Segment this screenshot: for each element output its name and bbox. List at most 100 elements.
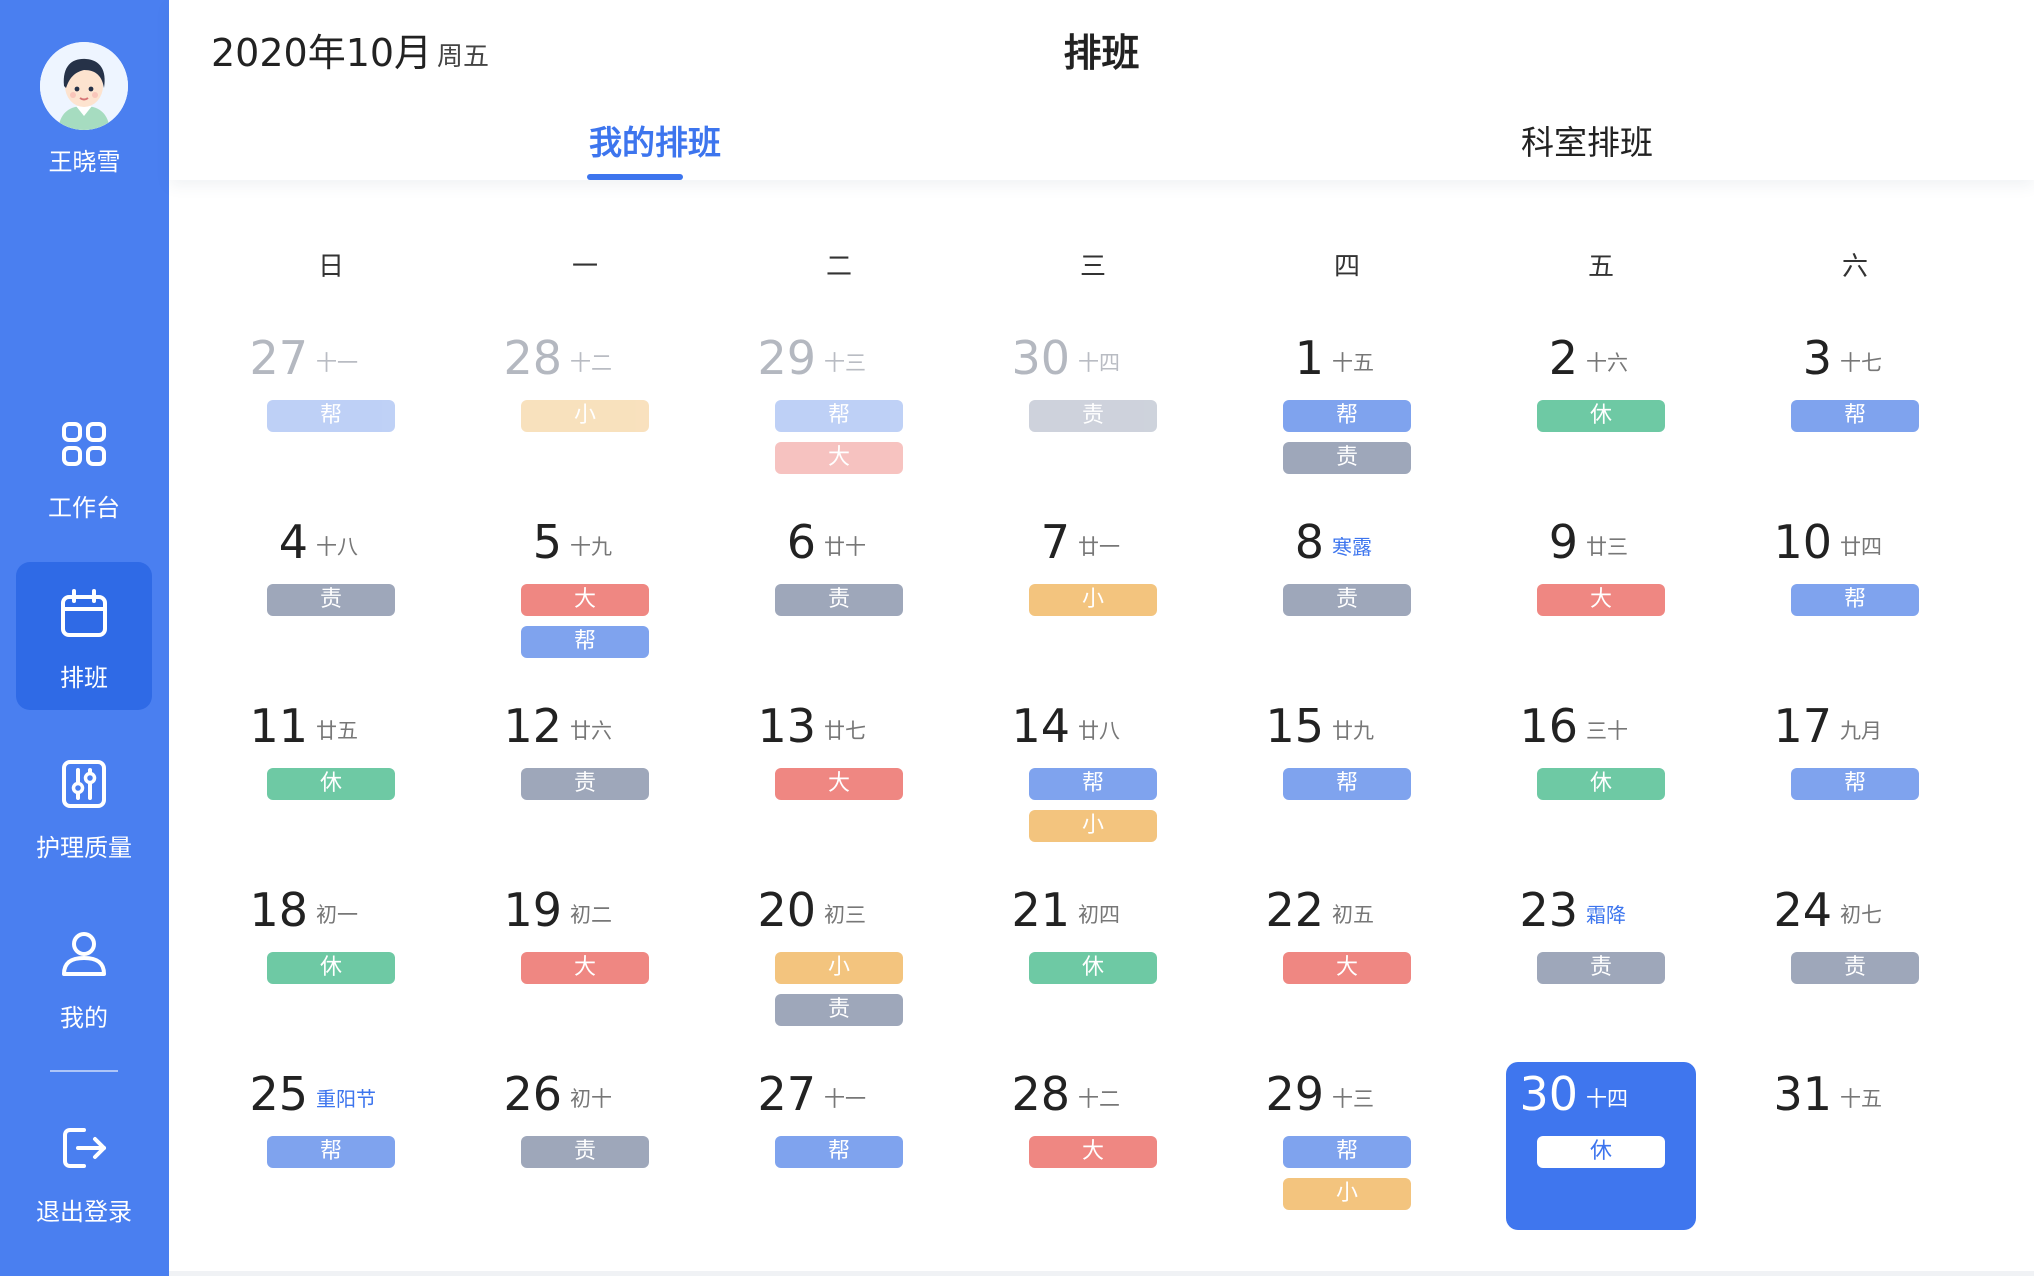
logout-icon [54, 1118, 114, 1178]
shift-tag: 帮 [775, 1136, 903, 1168]
day-cell[interactable]: 22 初五大 [1252, 878, 1442, 1046]
nav-item-mine[interactable]: 我的 [16, 902, 152, 1050]
day-number: 27 [757, 1067, 816, 1121]
shift-tags: 休 [1537, 768, 1665, 810]
lunar-date: 十三 [1332, 1087, 1374, 1111]
day-cell[interactable]: 29 十三帮大 [744, 326, 934, 494]
day-cell[interactable]: 24 初七责 [1760, 878, 1950, 1046]
day-cell[interactable]: 28 十二大 [998, 1062, 1188, 1230]
weekday-label: 三 [1079, 252, 1106, 282]
nav-item-schedule[interactable]: 排班 [16, 562, 152, 710]
shift-tag: 休 [267, 768, 395, 800]
day-cell[interactable]: 26 初十责 [490, 1062, 680, 1230]
shift-tag: 责 [1791, 952, 1919, 984]
day-cell[interactable]: 19 初二大 [490, 878, 680, 1046]
day-number: 5 [532, 515, 562, 569]
day-cell[interactable]: 5 十九大帮 [490, 510, 680, 678]
avatar[interactable] [40, 42, 128, 130]
shift-tag: 大 [775, 442, 903, 474]
shift-tags: 帮责 [1283, 400, 1411, 484]
shift-tag: 小 [521, 400, 649, 432]
day-cell[interactable]: 11 廿五休 [236, 694, 426, 862]
shift-tags: 休 [267, 768, 395, 810]
day-cell[interactable]: 27 十一帮 [744, 1062, 934, 1230]
lunar-date: 廿九 [1332, 719, 1374, 743]
day-number: 29 [757, 331, 816, 385]
shift-tags: 帮 [1283, 768, 1411, 810]
day-cell[interactable]: 28 十二小 [490, 326, 680, 494]
calendar-icon [54, 584, 114, 644]
weekday-label: 四 [1333, 252, 1360, 282]
tab-my-schedule[interactable]: 我的排班 [505, 116, 805, 164]
shift-tags: 责 [521, 768, 649, 810]
nav-divider [50, 1070, 118, 1072]
shift-tag: 责 [1537, 952, 1665, 984]
logout-label: 退出登录 [36, 1198, 132, 1226]
shift-tag: 帮 [521, 626, 649, 658]
day-cell[interactable]: 2 十六休 [1506, 326, 1696, 494]
day-cell[interactable]: 18 初一休 [236, 878, 426, 1046]
day-cell[interactable]: 13 廿七大 [744, 694, 934, 862]
day-cell[interactable]: 14 廿八帮小 [998, 694, 1188, 862]
nav-label-workbench: 工作台 [48, 494, 120, 522]
weekday-label: 六 [1841, 252, 1868, 282]
lunar-date: 十五 [1840, 1087, 1882, 1111]
day-number: 23 [1519, 883, 1578, 937]
lunar-date: 三十 [1586, 719, 1628, 743]
shift-tags: 休 [1537, 1136, 1665, 1178]
weekday-label: 二 [825, 252, 852, 282]
shift-tag: 责 [1029, 400, 1157, 432]
day-cell[interactable]: 31 十五 [1760, 1062, 1950, 1230]
day-cell[interactable]: 16 三十休 [1506, 694, 1696, 862]
nav-item-workbench[interactable]: 工作台 [16, 392, 152, 540]
lunar-date: 十一 [316, 351, 358, 375]
logout-button[interactable]: 退出登录 [16, 1096, 152, 1244]
shift-tag: 帮 [775, 400, 903, 432]
lunar-date: 初一 [316, 903, 358, 927]
nav-item-nursing-quality[interactable]: 护理质量 [16, 732, 152, 880]
day-number: 22 [1265, 883, 1324, 937]
lunar-date: 初五 [1332, 903, 1374, 927]
day-cell[interactable]: 1 十五帮责 [1252, 326, 1442, 494]
day-cell[interactable]: 23 霜降责 [1506, 878, 1696, 1046]
grid-icon [54, 414, 114, 474]
day-cell-today[interactable]: 30 十四休 [1506, 1062, 1696, 1230]
day-cell[interactable]: 29 十三帮小 [1252, 1062, 1442, 1230]
day-cell[interactable]: 12 廿六责 [490, 694, 680, 862]
day-cell[interactable]: 21 初四休 [998, 878, 1188, 1046]
day-cell[interactable]: 7 廿一小 [998, 510, 1188, 678]
shift-tag: 大 [521, 952, 649, 984]
day-cell[interactable]: 4 十八责 [236, 510, 426, 678]
day-cell[interactable]: 25 重阳节帮 [236, 1062, 426, 1230]
sliders-icon [54, 754, 114, 814]
shift-tags: 帮 [267, 1136, 395, 1178]
lunar-date: 十二 [1078, 1087, 1120, 1111]
day-cell[interactable]: 10 廿四帮 [1760, 510, 1950, 678]
day-cell[interactable]: 8 寒露责 [1252, 510, 1442, 678]
day-number: 27 [249, 331, 308, 385]
day-cell[interactable]: 27 十一帮 [236, 326, 426, 494]
tab-department-schedule[interactable]: 科室排班 [1437, 116, 1737, 164]
lunar-date: 九月 [1840, 719, 1882, 743]
shift-tags: 帮 [1791, 400, 1919, 442]
day-number: 26 [503, 1067, 562, 1121]
day-cell[interactable]: 17 九月帮 [1760, 694, 1950, 862]
day-number: 6 [786, 515, 816, 569]
shift-tags: 帮 [775, 1136, 903, 1178]
shift-tag: 休 [1537, 1136, 1665, 1168]
day-cell[interactable]: 30 十四责 [998, 326, 1188, 494]
day-cell[interactable]: 6 廿十责 [744, 510, 934, 678]
day-cell[interactable]: 3 十七帮 [1760, 326, 1950, 494]
shift-tags: 大 [1029, 1136, 1157, 1178]
shift-tag: 帮 [1283, 768, 1411, 800]
shift-tag: 责 [1283, 584, 1411, 616]
day-number: 2 [1548, 331, 1578, 385]
lunar-date: 廿八 [1078, 719, 1120, 743]
day-number: 28 [503, 331, 562, 385]
day-cell[interactable]: 9 廿三大 [1506, 510, 1696, 678]
page-title: 排班 [1063, 31, 1140, 75]
shift-tags: 休 [1029, 952, 1157, 994]
day-cell[interactable]: 20 初三小责 [744, 878, 934, 1046]
day-cell[interactable]: 15 廿九帮 [1252, 694, 1442, 862]
shift-tag: 休 [1537, 400, 1665, 432]
